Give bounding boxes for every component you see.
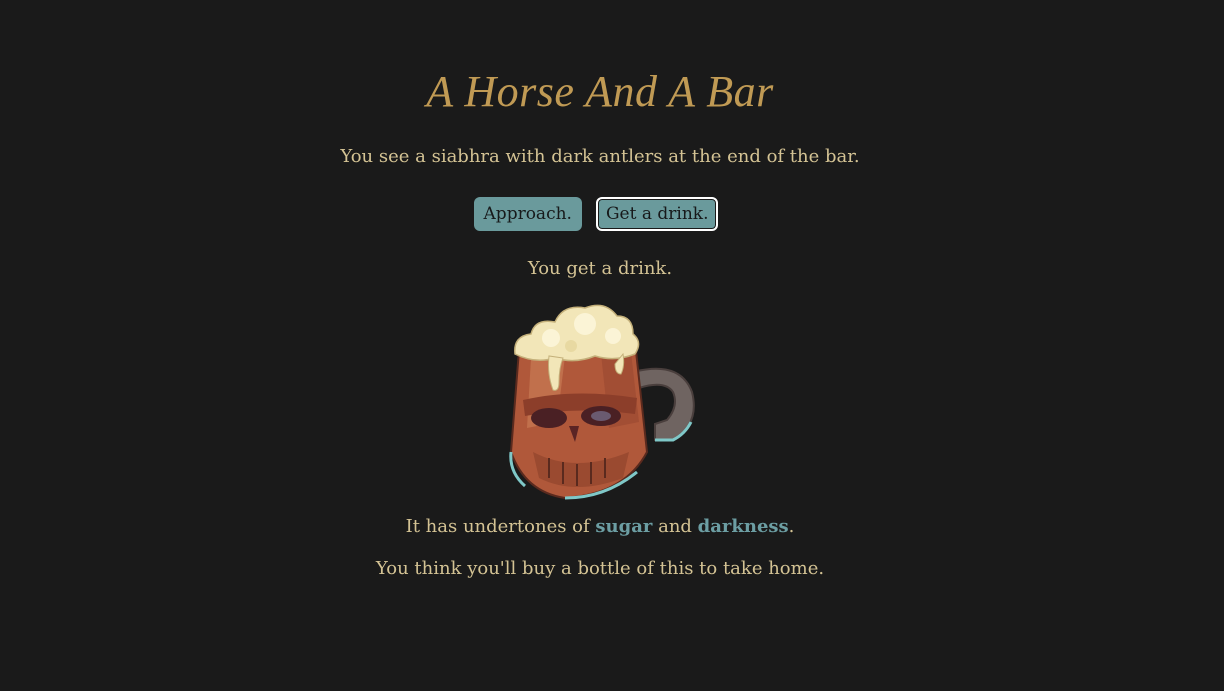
approach-button[interactable]: Approach. (473, 197, 582, 231)
skull-tankard-icon (509, 304, 695, 500)
closing-text: You think you'll buy a bottle of this to… (375, 558, 825, 579)
get-drink-button[interactable]: Get a drink. (595, 197, 719, 231)
flavor-keyword-sugar: sugar (595, 516, 653, 537)
result-text: You get a drink. (527, 258, 673, 279)
choice-buttons: Approach. Get a drink. (0, 197, 1192, 231)
flavor-suffix: . (788, 516, 795, 537)
intro-text: You see a siabhra with dark antlers at t… (340, 146, 860, 167)
flavor-middle: and (652, 516, 698, 537)
flavor-text: It has undertones of sugar and darkness. (0, 516, 1200, 537)
page-title: A Horse And A Bar (426, 67, 774, 116)
flavor-prefix: It has undertones of (405, 516, 596, 537)
flavor-keyword-darkness: darkness (697, 516, 789, 537)
story-page: A Horse And A Bar You see a siabhra with… (0, 0, 1224, 691)
